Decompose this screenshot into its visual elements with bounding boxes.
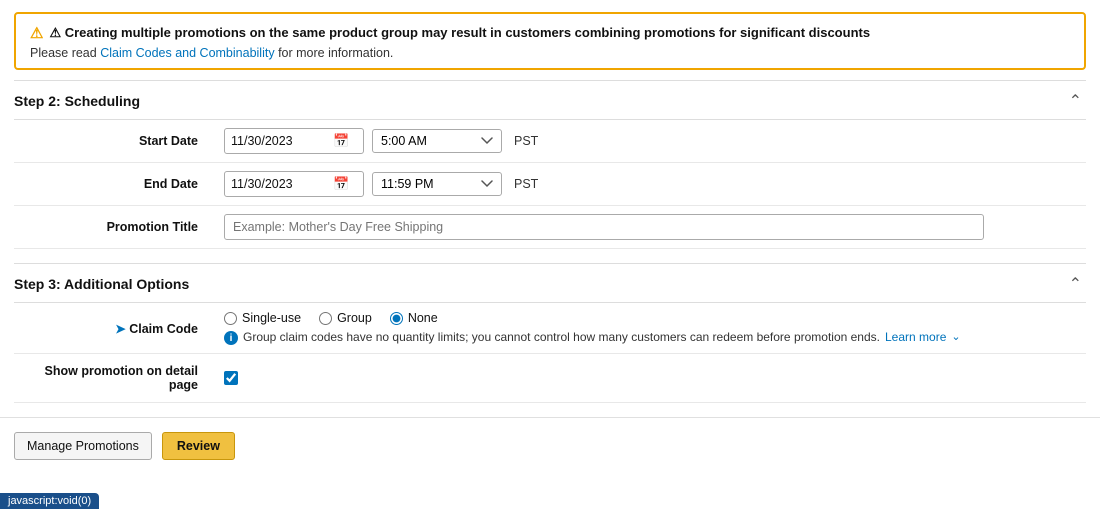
- promo-title-label: Promotion Title: [14, 206, 214, 249]
- start-date-row: Start Date 📅 5:00 AM 12:00 AM 1:00 AM 2:…: [14, 120, 1086, 163]
- radio-group-option[interactable]: Group: [319, 311, 372, 325]
- start-date-value-cell: 📅 5:00 AM 12:00 AM 1:00 AM 2:00 AM 3:00 …: [214, 120, 1086, 163]
- end-date-input[interactable]: [231, 177, 331, 191]
- promo-title-row: Promotion Title: [14, 206, 1086, 249]
- start-date-input-wrap[interactable]: 📅: [224, 128, 364, 154]
- review-button[interactable]: Review: [162, 432, 235, 460]
- claim-codes-link[interactable]: Claim Codes and Combinability: [100, 46, 274, 60]
- end-date-group: 📅 5:00 AM 12:00 AM 11:00 PM 11:59 PM PST: [224, 171, 1076, 197]
- step3-form-table: ➤ Claim Code Single-use Group None: [14, 303, 1086, 403]
- start-date-label: Start Date: [14, 120, 214, 163]
- start-date-input[interactable]: [231, 134, 331, 148]
- step2-collapse-icon[interactable]: ⌃: [1069, 91, 1082, 111]
- claim-info-row: i Group claim codes have no quantity lim…: [224, 330, 1076, 345]
- promo-title-input[interactable]: [224, 214, 984, 240]
- warning-subtitle-prefix: Please read: [30, 46, 100, 60]
- show-promo-checkbox-cell: [224, 371, 1076, 385]
- radio-none-label: None: [408, 311, 438, 325]
- radio-single-use[interactable]: Single-use: [224, 311, 301, 325]
- claim-code-label: Claim Code: [129, 322, 198, 336]
- end-date-input-wrap[interactable]: 📅: [224, 171, 364, 197]
- warning-banner: ⚠ ⚠ Creating multiple promotions on the …: [14, 12, 1086, 70]
- show-promo-label: Show promotion on detail page: [14, 354, 214, 403]
- step3-section: Step 3: Additional Options ⌃ ➤ Claim Cod…: [14, 263, 1086, 403]
- start-time-select[interactable]: 5:00 AM 12:00 AM 1:00 AM 2:00 AM 3:00 AM…: [372, 129, 502, 153]
- show-promo-checkbox[interactable]: [224, 371, 238, 385]
- start-tz-label: PST: [514, 134, 538, 148]
- end-date-label: End Date: [14, 163, 214, 206]
- warning-subtitle: Please read Claim Codes and Combinabilit…: [30, 46, 1070, 60]
- info-icon: i: [224, 331, 238, 345]
- radio-none-option[interactable]: None: [390, 311, 438, 325]
- learn-more-link[interactable]: Learn more: [885, 330, 946, 344]
- step3-title: Step 3: Additional Options: [14, 276, 189, 292]
- warning-icon: ⚠: [30, 24, 43, 42]
- claim-info-text: Group claim codes have no quantity limit…: [243, 330, 880, 344]
- promo-title-value-cell: [214, 206, 1086, 249]
- claim-code-radio-group: Single-use Group None: [224, 311, 1076, 325]
- end-date-row: End Date 📅 5:00 AM 12:00 AM 11:00 PM 11:…: [14, 163, 1086, 206]
- learn-more-chevron: ⌄: [951, 330, 960, 343]
- warning-title-text: ⚠ Creating multiple promotions on the sa…: [49, 25, 870, 41]
- claim-code-row: ➤ Claim Code Single-use Group None: [14, 303, 1086, 354]
- status-bar: javascript:void(0): [0, 493, 99, 509]
- radio-single-use-label: Single-use: [242, 311, 301, 325]
- radio-single-use-input[interactable]: [224, 312, 237, 325]
- step3-header: Step 3: Additional Options ⌃: [14, 264, 1086, 303]
- radio-group-input[interactable]: [319, 312, 332, 325]
- step3-collapse-icon[interactable]: ⌃: [1069, 274, 1082, 294]
- end-time-select[interactable]: 5:00 AM 12:00 AM 11:00 PM 11:59 PM: [372, 172, 502, 196]
- radio-none-input[interactable]: [390, 312, 403, 325]
- warning-title: ⚠ ⚠ Creating multiple promotions on the …: [30, 24, 1070, 42]
- start-date-group: 📅 5:00 AM 12:00 AM 1:00 AM 2:00 AM 3:00 …: [224, 128, 1076, 154]
- step2-header: Step 2: Scheduling ⌃: [14, 81, 1086, 120]
- manage-promotions-button[interactable]: Manage Promotions: [14, 432, 152, 460]
- bottom-bar: Manage Promotions Review: [0, 417, 1100, 470]
- claim-code-label-cell: ➤ Claim Code: [14, 303, 214, 354]
- step2-title: Step 2: Scheduling: [14, 93, 140, 109]
- step2-section: Step 2: Scheduling ⌃ Start Date 📅 5:00 A…: [14, 80, 1086, 249]
- end-tz-label: PST: [514, 177, 538, 191]
- claim-code-value-cell: Single-use Group None i Group claim code…: [214, 303, 1086, 354]
- end-date-value-cell: 📅 5:00 AM 12:00 AM 11:00 PM 11:59 PM PST: [214, 163, 1086, 206]
- warning-subtitle-suffix: for more information.: [278, 46, 393, 60]
- radio-group-label: Group: [337, 311, 372, 325]
- show-promo-value-cell: [214, 354, 1086, 403]
- show-promo-row: Show promotion on detail page: [14, 354, 1086, 403]
- claim-code-chevron[interactable]: ➤: [115, 322, 129, 336]
- end-date-calendar-icon[interactable]: 📅: [333, 176, 349, 192]
- step2-form-table: Start Date 📅 5:00 AM 12:00 AM 1:00 AM 2:…: [14, 120, 1086, 249]
- start-date-calendar-icon[interactable]: 📅: [333, 133, 349, 149]
